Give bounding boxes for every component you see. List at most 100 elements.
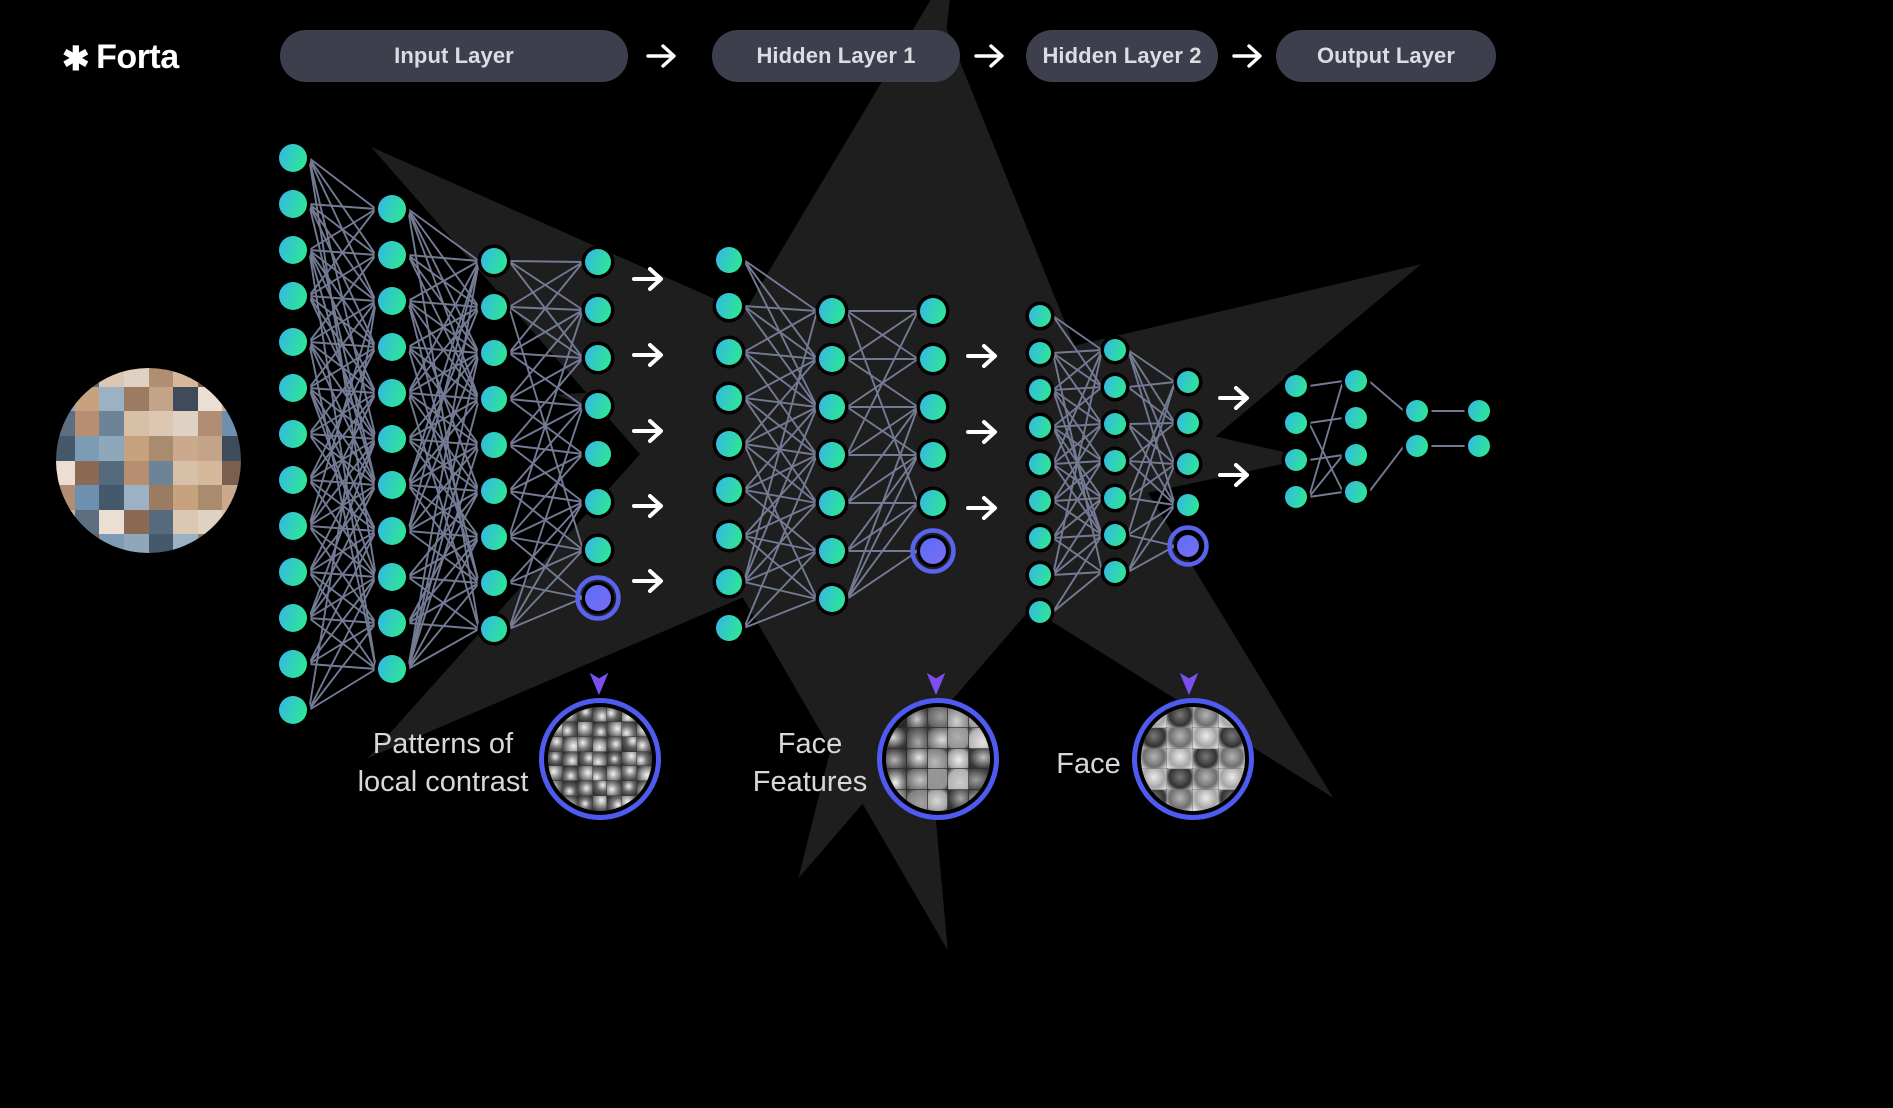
neuron-node[interactable] [716, 293, 742, 319]
neuron-node[interactable] [1468, 400, 1490, 422]
neuron-node[interactable] [279, 558, 307, 586]
callout-thumbnail-gabor-filter-grid[interactable] [548, 707, 652, 811]
neuron-node[interactable] [279, 466, 307, 494]
neuron-node[interactable] [481, 248, 507, 274]
neuron-node[interactable] [279, 144, 307, 172]
neuron-node[interactable] [585, 249, 611, 275]
neuron-node[interactable] [1345, 444, 1367, 466]
neuron-node[interactable] [279, 420, 307, 448]
neuron-node[interactable] [716, 247, 742, 273]
neuron-node[interactable] [1345, 481, 1367, 503]
neuron-node[interactable] [1285, 449, 1307, 471]
neuron-node[interactable] [1029, 490, 1051, 512]
neuron-node[interactable] [1029, 379, 1051, 401]
neuron-node[interactable] [1104, 561, 1126, 583]
neuron-node[interactable] [378, 333, 406, 361]
neuron-node[interactable] [585, 297, 611, 323]
neuron-node[interactable] [279, 650, 307, 678]
neuron-node[interactable] [481, 570, 507, 596]
neuron-node[interactable] [378, 517, 406, 545]
neuron-node[interactable] [481, 478, 507, 504]
neuron-node[interactable] [585, 441, 611, 467]
neuron-node[interactable] [920, 394, 946, 420]
callout-thumbnail-face-photo-grid[interactable] [1141, 707, 1245, 811]
neuron-node[interactable] [716, 569, 742, 595]
neuron-node[interactable] [1029, 305, 1051, 327]
neuron-node[interactable] [1406, 435, 1428, 457]
filter-tile [636, 707, 652, 723]
neuron-node[interactable] [1029, 527, 1051, 549]
neuron-node[interactable] [1104, 413, 1126, 435]
neuron-node[interactable] [920, 298, 946, 324]
neuron-node[interactable] [378, 287, 406, 315]
neuron-node[interactable] [378, 379, 406, 407]
neuron-node[interactable] [481, 524, 507, 550]
highlighted-neuron-node[interactable] [585, 585, 611, 611]
neuron-node[interactable] [1104, 450, 1126, 472]
neuron-node[interactable] [819, 346, 845, 372]
neuron-node[interactable] [819, 538, 845, 564]
neuron-node[interactable] [716, 477, 742, 503]
highlighted-neuron-node[interactable] [920, 538, 946, 564]
neuron-node[interactable] [1345, 407, 1367, 429]
neuron-node[interactable] [1285, 412, 1307, 434]
neuron-node[interactable] [378, 609, 406, 637]
neuron-node[interactable] [279, 328, 307, 356]
neuron-node[interactable] [1345, 370, 1367, 392]
callout-thumbnail-face-parts-grid[interactable] [886, 707, 990, 811]
face-part-tile [905, 789, 929, 811]
neuron-node[interactable] [585, 537, 611, 563]
network-edge [407, 398, 480, 440]
neuron-node[interactable] [585, 393, 611, 419]
neuron-node[interactable] [585, 345, 611, 371]
neuron-node[interactable] [279, 282, 307, 310]
neuron-node[interactable] [1104, 487, 1126, 509]
neuron-node[interactable] [378, 195, 406, 223]
neuron-node[interactable] [1029, 453, 1051, 475]
neuron-node[interactable] [279, 190, 307, 218]
neuron-node[interactable] [279, 374, 307, 402]
neuron-node[interactable] [920, 442, 946, 468]
neuron-node[interactable] [585, 489, 611, 515]
neuron-node[interactable] [1285, 486, 1307, 508]
neuron-node[interactable] [716, 431, 742, 457]
neuron-node[interactable] [378, 471, 406, 499]
neuron-node[interactable] [481, 340, 507, 366]
neuron-node[interactable] [481, 616, 507, 642]
neuron-node[interactable] [1104, 376, 1126, 398]
neuron-node[interactable] [481, 432, 507, 458]
neuron-node[interactable] [378, 241, 406, 269]
neuron-node[interactable] [920, 490, 946, 516]
neuron-node[interactable] [819, 490, 845, 516]
neuron-node[interactable] [819, 442, 845, 468]
neuron-node[interactable] [481, 294, 507, 320]
neuron-node[interactable] [279, 604, 307, 632]
neuron-node[interactable] [1029, 564, 1051, 586]
neuron-node[interactable] [1177, 453, 1199, 475]
neuron-node[interactable] [1468, 435, 1490, 457]
neuron-node[interactable] [920, 346, 946, 372]
neuron-node[interactable] [819, 298, 845, 324]
neuron-node[interactable] [716, 339, 742, 365]
neuron-node[interactable] [1104, 339, 1126, 361]
neuron-node[interactable] [1285, 375, 1307, 397]
neuron-node[interactable] [716, 523, 742, 549]
neuron-node[interactable] [378, 563, 406, 591]
neuron-node[interactable] [1104, 524, 1126, 546]
neuron-node[interactable] [481, 386, 507, 412]
neuron-node[interactable] [1177, 371, 1199, 393]
neuron-node[interactable] [1029, 416, 1051, 438]
neuron-node[interactable] [1029, 342, 1051, 364]
neuron-node[interactable] [378, 425, 406, 453]
neuron-node[interactable] [1029, 601, 1051, 623]
neuron-node[interactable] [279, 236, 307, 264]
neuron-node[interactable] [1406, 400, 1428, 422]
neuron-node[interactable] [716, 615, 742, 641]
neuron-node[interactable] [716, 385, 742, 411]
neuron-node[interactable] [819, 394, 845, 420]
neuron-node[interactable] [279, 696, 307, 724]
neuron-node[interactable] [279, 512, 307, 540]
neuron-node[interactable] [819, 586, 845, 612]
neuron-node[interactable] [1177, 412, 1199, 434]
neuron-node[interactable] [378, 655, 406, 683]
